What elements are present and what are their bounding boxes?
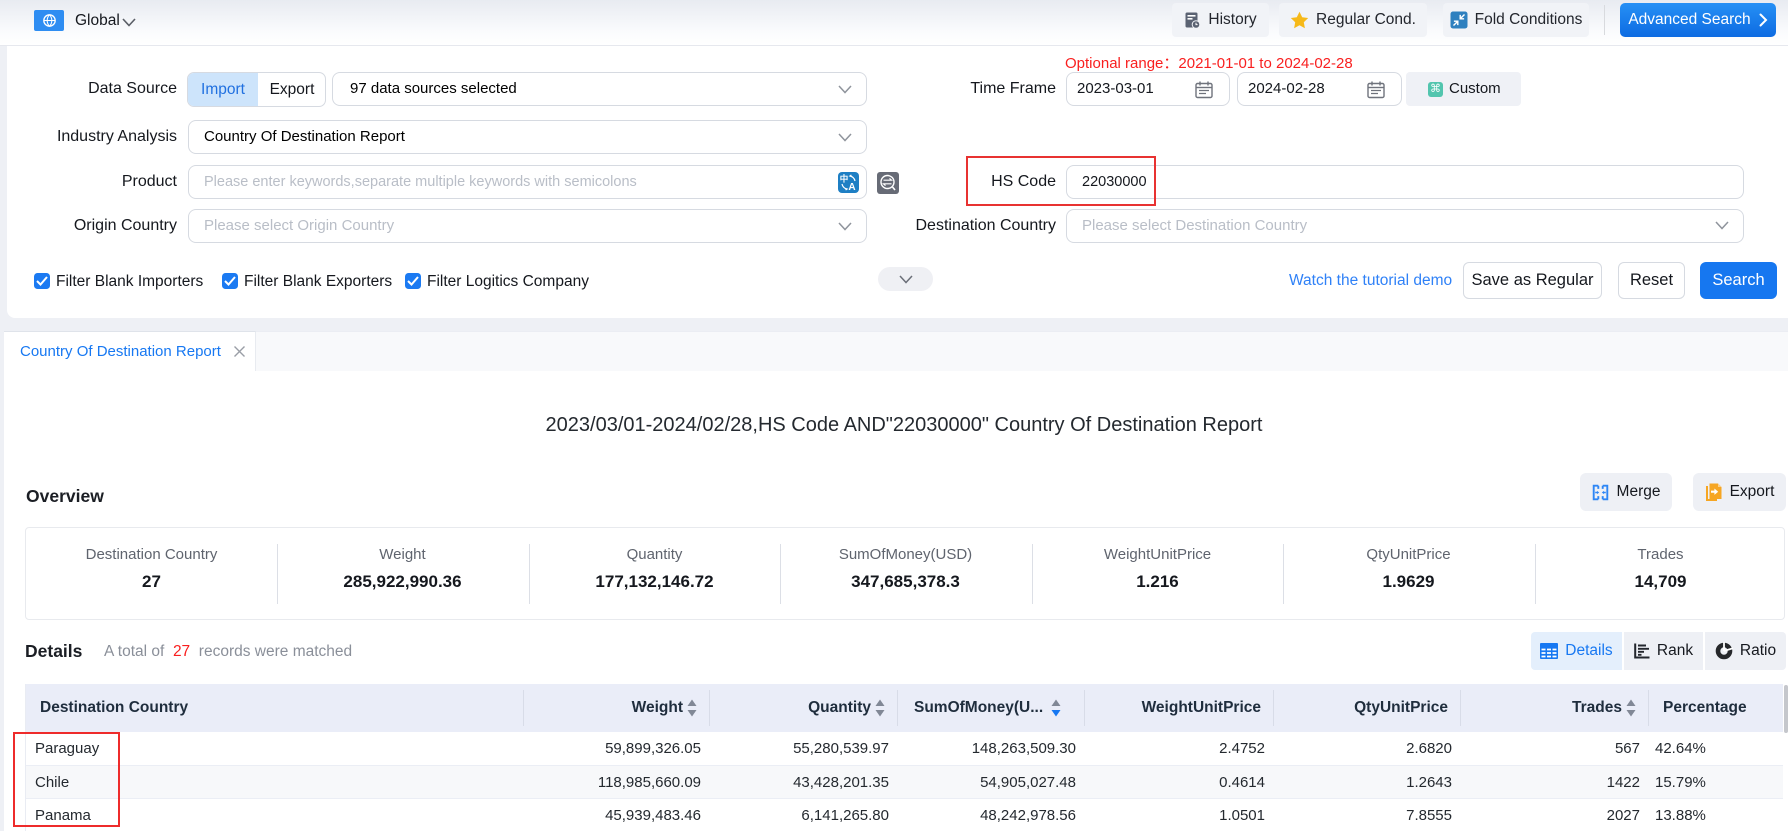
svg-text:A: A — [848, 182, 855, 193]
svg-text:中: 中 — [840, 174, 849, 184]
